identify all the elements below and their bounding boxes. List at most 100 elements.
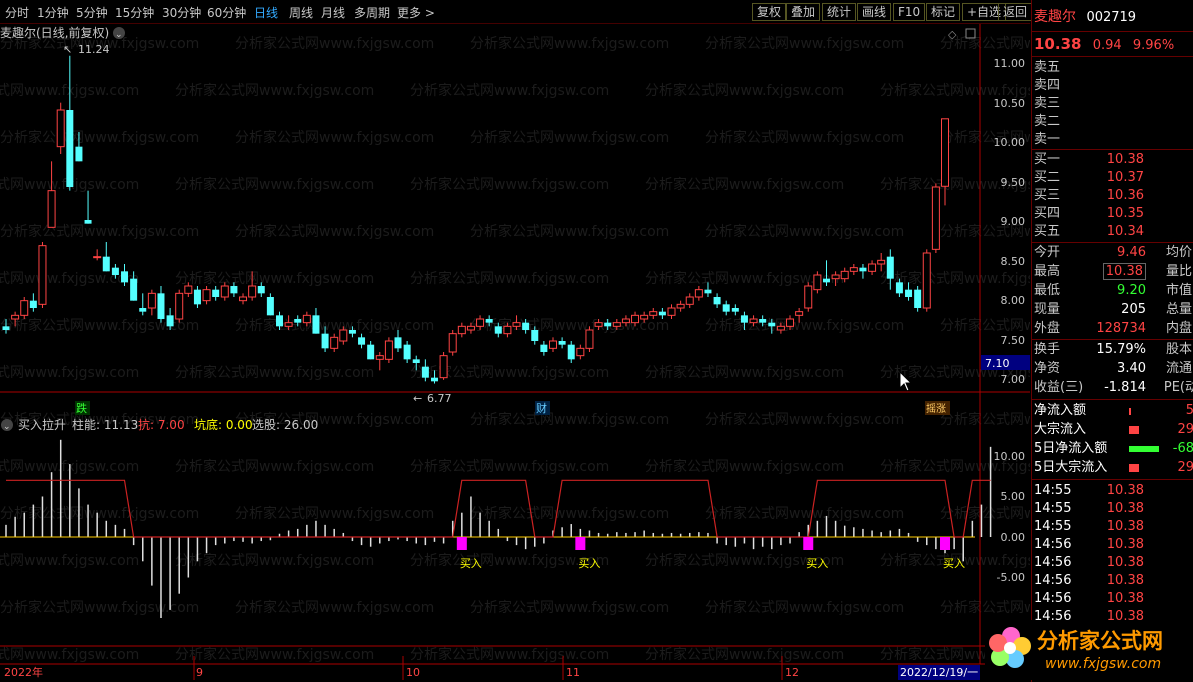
tab-15min[interactable]: 15分钟 bbox=[115, 4, 154, 21]
tab-1min[interactable]: 1分钟 bbox=[37, 4, 69, 21]
candle-body-down bbox=[886, 256, 894, 279]
candle-body-up bbox=[621, 318, 630, 324]
f10-button[interactable]: F10 bbox=[893, 3, 926, 21]
candle-body-down bbox=[230, 286, 238, 294]
price-line: 10.38 0.94 9.96% bbox=[1034, 35, 1174, 53]
mark-button[interactable]: 标记 bbox=[926, 3, 961, 21]
back-button[interactable]: 返回 bbox=[998, 3, 1033, 21]
kline-chart[interactable]: 分析家公式网www.fxjgsw.com 分析家公式网www.fxjgsw.com… bbox=[0, 24, 1030, 680]
ask-1: 卖一 bbox=[1034, 132, 1061, 147]
tick-row: 14:56 10.38 bbox=[1034, 555, 1144, 570]
candle-body-up bbox=[676, 303, 685, 309]
candle-body-down bbox=[257, 286, 265, 294]
candle-body-up bbox=[640, 314, 649, 320]
watermark-text: 分析家公式网www.fxjgsw.com bbox=[0, 223, 199, 240]
watermark-text: 分析家公式网www.fxjgsw.com bbox=[470, 129, 669, 146]
tab-multi-period[interactable]: 多周期 bbox=[354, 4, 390, 21]
chevron-down-icon: ⌄ bbox=[3, 422, 11, 432]
diamond-icon[interactable]: ◇ bbox=[948, 28, 957, 41]
tab-timeshare[interactable]: 分时 bbox=[5, 4, 29, 21]
candle-body-up bbox=[384, 340, 393, 360]
tab-monthly[interactable]: 月线 bbox=[321, 4, 345, 21]
candle-body-down bbox=[895, 282, 903, 294]
candle-body-up bbox=[375, 355, 384, 360]
tab-60min[interactable]: 60分钟 bbox=[207, 4, 246, 21]
quote-panel: 麦趣尔 002719 10.38 0.94 9.96% 卖五 卖四 卖三 卖二 … bbox=[1031, 0, 1193, 682]
bid-label: 买一 bbox=[1034, 152, 1061, 167]
watermark-text: 分析家公式网www.fxjgsw.com bbox=[175, 82, 374, 99]
tab-30min[interactable]: 30分钟 bbox=[162, 4, 201, 21]
watermark-text: 分析家公式网www.fxjgsw.com bbox=[235, 223, 434, 240]
candle-body-up bbox=[813, 274, 822, 291]
ask-2: 卖二 bbox=[1034, 114, 1061, 129]
watermark-text: 分析家公式网www.fxjgsw.com bbox=[705, 317, 904, 334]
max-price-arrow: ↖ bbox=[63, 43, 72, 56]
indicator-tick: 10.00 bbox=[994, 450, 1026, 463]
tick-row: 14:56 10.38 bbox=[1034, 537, 1144, 552]
watermark-text: 分析家公式网www.fxjgsw.com bbox=[940, 411, 1030, 428]
candle-body-up bbox=[667, 307, 676, 316]
candle-body-up bbox=[93, 256, 102, 259]
candle-body-up bbox=[466, 325, 475, 331]
candle-body-up bbox=[503, 325, 512, 335]
watermark-text: 分析家公式网www.fxjgsw.com bbox=[235, 35, 434, 52]
site-logo: 分析家公式网 www.fxjgsw.com bbox=[985, 620, 1190, 680]
candle-body-down bbox=[759, 319, 767, 323]
tab-5min[interactable]: 5分钟 bbox=[76, 4, 108, 21]
candle-body-up bbox=[941, 118, 949, 187]
watermark-text: 分析家公式网www.fxjgsw.com bbox=[645, 458, 844, 475]
candle-body-up bbox=[439, 355, 448, 379]
candle-body-up bbox=[804, 285, 813, 309]
min-price-label: 6.77 bbox=[427, 392, 452, 405]
tab-weekly[interactable]: 周线 bbox=[289, 4, 313, 21]
candle-body-up bbox=[248, 285, 257, 298]
candle-body-up bbox=[576, 347, 585, 357]
marker-limit-up[interactable]: 摇涨 bbox=[926, 402, 946, 415]
marker-finance[interactable]: 财 bbox=[536, 401, 547, 415]
adjust-button[interactable]: 复权 bbox=[752, 3, 787, 21]
candle-body-up bbox=[776, 325, 785, 331]
max-price-label: 11.24 bbox=[78, 43, 110, 56]
stats-button[interactable]: 统计 bbox=[822, 3, 857, 21]
tab-more[interactable]: 更多 > bbox=[397, 4, 435, 21]
bid-3: 买三 10.36 bbox=[1034, 187, 1144, 205]
bid-price: 10.34 bbox=[1106, 224, 1144, 239]
watermark-text: 分析家公式网www.fxjgsw.com bbox=[0, 505, 199, 522]
price-tick: 8.00 bbox=[1001, 294, 1026, 307]
tab-daily[interactable]: 日线 bbox=[254, 4, 278, 21]
flow-row: 大宗流入 29 bbox=[1034, 422, 1193, 437]
candle-body-up bbox=[476, 318, 485, 327]
price-tick: 10.00 bbox=[994, 136, 1026, 149]
ask-5: 卖五 bbox=[1034, 60, 1061, 75]
stock-header: 麦趣尔 002719 bbox=[1034, 8, 1136, 26]
chart-title: 麦趣尔(日线,前复权) bbox=[0, 25, 109, 40]
watermark-text: 分析家公式网www.fxjgsw.com bbox=[410, 270, 609, 287]
overlay-button[interactable]: 叠加 bbox=[786, 3, 821, 21]
candle-body-down bbox=[430, 377, 438, 382]
buy-signal-label: 买入 bbox=[460, 557, 482, 570]
marker-fall[interactable]: 跌 bbox=[76, 401, 87, 415]
candle-body-up bbox=[202, 289, 211, 302]
watermark-text: 分析家公式网www.fxjgsw.com bbox=[470, 505, 669, 522]
candle-body-down bbox=[822, 278, 830, 283]
candle-body-down bbox=[731, 308, 739, 312]
watermark-text: 分析家公式网www.fxjgsw.com bbox=[470, 411, 669, 428]
candle-body-down bbox=[394, 337, 402, 349]
candle-body-up bbox=[840, 270, 849, 280]
candle-body-down bbox=[905, 289, 913, 297]
bid-price: 10.35 bbox=[1106, 206, 1144, 221]
tick-row: 14:55 10.38 bbox=[1034, 483, 1144, 498]
watermark-text: 分析家公式网www.fxjgsw.com bbox=[0, 646, 139, 663]
candle-body-down bbox=[294, 319, 302, 323]
bid-4: 买四 10.35 bbox=[1034, 205, 1144, 223]
draw-button[interactable]: 画线 bbox=[857, 3, 892, 21]
watermark-text: 分析家公式网www.fxjgsw.com bbox=[940, 599, 1030, 616]
min-price-arrow: ← bbox=[413, 392, 422, 405]
candle-body-up bbox=[512, 322, 521, 327]
time-tick: 9 bbox=[196, 666, 203, 679]
candle-body-up bbox=[330, 336, 339, 349]
candle-body-up bbox=[922, 252, 931, 309]
bid-label: 买四 bbox=[1034, 206, 1061, 221]
candle-body-down bbox=[111, 267, 119, 275]
candle-body-up bbox=[631, 314, 640, 324]
